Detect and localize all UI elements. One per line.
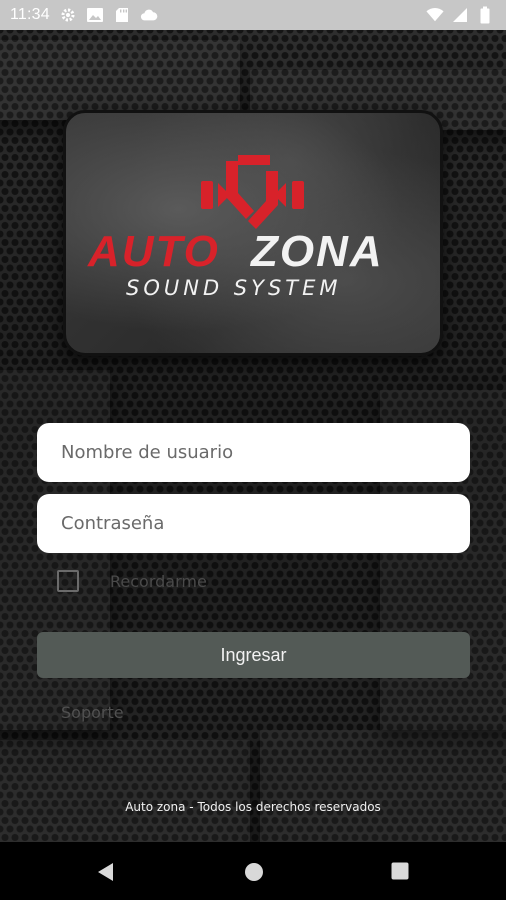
login-button[interactable]: Ingresar (37, 632, 470, 678)
settings-icon (59, 6, 77, 24)
status-right (426, 6, 494, 24)
autozona-logo: AUTO ZONA SOUND SYSTEM (87, 155, 384, 300)
home-icon[interactable] (244, 862, 264, 882)
logo-emblem-icon (201, 155, 304, 229)
support-link[interactable]: Soporte (61, 703, 124, 722)
logo-brand-part2: ZONA (249, 227, 384, 276)
background-block (0, 40, 240, 120)
back-icon[interactable] (97, 862, 115, 882)
logo-tagline: SOUND SYSTEM (126, 276, 342, 300)
wifi-icon (426, 6, 444, 24)
password-field-container[interactable] (37, 494, 470, 553)
logo-brand-part1: AUTO (87, 227, 220, 276)
signal-icon (451, 6, 469, 24)
remember-me-checkbox[interactable] (57, 570, 79, 592)
image-icon (86, 6, 104, 24)
status-left: 11:34 (10, 6, 158, 24)
logo-card: AUTO ZONA SOUND SYSTEM (63, 110, 443, 356)
username-field-container[interactable] (37, 423, 470, 482)
remember-me-row[interactable]: Recordarme (57, 570, 207, 592)
sd-card-icon (113, 6, 131, 24)
username-input[interactable] (61, 442, 470, 463)
recent-apps-icon[interactable] (391, 862, 409, 880)
password-input[interactable] (61, 513, 470, 534)
navigation-bar (0, 842, 506, 900)
cloud-icon (140, 6, 158, 24)
status-time: 11:34 (10, 6, 50, 23)
battery-icon (476, 6, 494, 24)
background-block (260, 730, 506, 842)
remember-me-label[interactable]: Recordarme (110, 572, 207, 591)
status-bar: 11:34 (0, 0, 506, 30)
background-block (0, 740, 250, 842)
footer-copyright: Auto zona - Todos los derechos reservado… (125, 800, 381, 814)
